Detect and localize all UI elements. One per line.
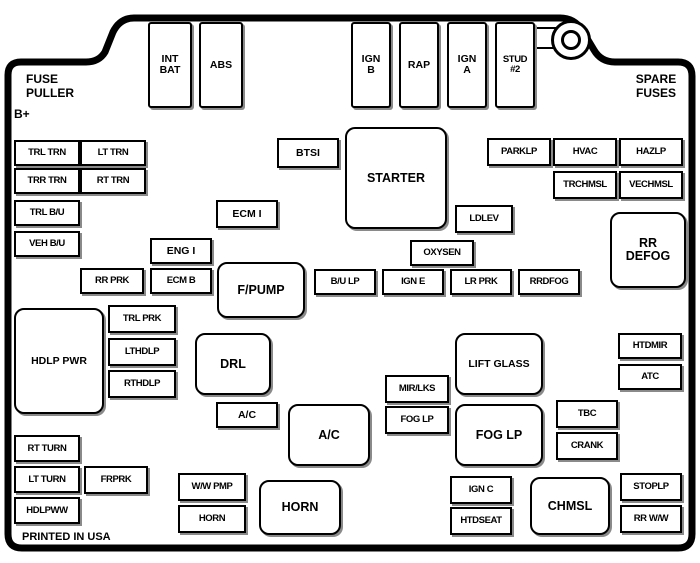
fuse-box-diagram: FUSE PULLER B+ SPARE FUSES PRINTED IN US… [0, 0, 700, 563]
fuse-box-horn-fuse[interactable]: HORN [178, 505, 246, 533]
fuse-box-starter[interactable]: STARTER [345, 127, 447, 229]
fuse-box-trr-trn[interactable]: TRR TRN [14, 168, 80, 194]
fuse-box-rthdlp[interactable]: RTHDLP [108, 370, 176, 398]
fuse-box-rt-turn[interactable]: RT TURN [14, 435, 80, 462]
fuse-box-stud-2[interactable]: STUD #2 [495, 22, 535, 108]
fuse-box-htdmir[interactable]: HTDMIR [618, 333, 682, 359]
fuse-box-trl-prk[interactable]: TRL PRK [108, 305, 176, 333]
fuse-box-drl[interactable]: DRL [195, 333, 271, 395]
fuse-puller-label: FUSE PULLER [26, 72, 74, 101]
fuse-box-ac-fuse[interactable]: A/C [216, 402, 278, 428]
fuse-box-trl-trn[interactable]: TRL TRN [14, 140, 80, 166]
fuse-box-stoplp[interactable]: STOPLP [620, 473, 682, 501]
fuse-box-veh-bu[interactable]: VEH B/U [14, 231, 80, 257]
fuse-box-parklp[interactable]: PARKLP [487, 138, 551, 166]
fuse-box-htdseat[interactable]: HTDSEAT [450, 507, 512, 535]
printed-in-usa-label: PRINTED IN USA [22, 531, 111, 543]
fuse-box-chmsl[interactable]: CHMSL [530, 477, 610, 535]
fuse-box-ign-c[interactable]: IGN C [450, 476, 512, 504]
fuse-box-ign-b[interactable]: IGN B [351, 22, 391, 108]
fuse-box-eng-i[interactable]: ENG I [150, 238, 212, 264]
fuse-box-frprk[interactable]: FRPRK [84, 466, 148, 494]
fuse-box-crank[interactable]: CRANK [556, 432, 618, 460]
fuse-box-abs[interactable]: ABS [199, 22, 243, 108]
b-plus-label: B+ [14, 107, 30, 121]
fuse-box-vechmsl[interactable]: VECHMSL [619, 171, 683, 199]
spare-fuses-label: SPARE FUSES [635, 72, 677, 101]
fuse-box-rr-ww[interactable]: RR W/W [620, 505, 682, 533]
fuse-box-hdlpww[interactable]: HDLPWW [14, 497, 80, 524]
fuse-box-atc[interactable]: ATC [618, 364, 682, 390]
fuse-box-tbc[interactable]: TBC [556, 400, 618, 428]
fuse-box-horn-relay[interactable]: HORN [259, 480, 341, 535]
fuse-box-lt-trn[interactable]: LT TRN [80, 140, 146, 166]
fuse-box-oxysen[interactable]: OXYSEN [410, 240, 474, 266]
fuse-box-fog-lp-fuse[interactable]: FOG LP [385, 406, 449, 434]
fuse-box-ign-e[interactable]: IGN E [382, 269, 444, 295]
fuse-box-ww-pmp[interactable]: W/W PMP [178, 473, 246, 501]
fuse-box-ecm-i[interactable]: ECM I [216, 200, 278, 228]
fuse-box-rr-prk[interactable]: RR PRK [80, 268, 144, 294]
fuse-box-rt-trn[interactable]: RT TRN [80, 168, 146, 194]
fuse-box-mir-lks[interactable]: MIR/LKS [385, 375, 449, 403]
stud-bolt-ring-inner [561, 30, 581, 50]
fuse-box-lr-prk[interactable]: LR PRK [450, 269, 512, 295]
fuse-box-int-bat[interactable]: INT BAT [148, 22, 192, 108]
fuse-box-fog-lp-relay[interactable]: FOG LP [455, 404, 543, 466]
fuse-box-lt-turn[interactable]: LT TURN [14, 466, 80, 493]
fuse-box-btsi[interactable]: BTSI [277, 138, 339, 168]
fuse-box-lift-glass[interactable]: LIFT GLASS [455, 333, 543, 395]
fuse-box-ldlev[interactable]: LDLEV [455, 205, 513, 233]
fuse-box-hdlp-pwr[interactable]: HDLP PWR [14, 308, 104, 414]
fuse-box-ecm-b[interactable]: ECM B [150, 268, 212, 294]
fuse-box-rr-defog[interactable]: RR DEFOG [610, 212, 686, 288]
fuse-box-rrdfog[interactable]: RRDFOG [518, 269, 580, 295]
fuse-box-trl-bu[interactable]: TRL B/U [14, 200, 80, 226]
fuse-box-ac-relay[interactable]: A/C [288, 404, 370, 466]
fuse-box-ign-a[interactable]: IGN A [447, 22, 487, 108]
fuse-box-hvac[interactable]: HVAC [553, 138, 617, 166]
fuse-box-f-pump[interactable]: F/PUMP [217, 262, 305, 318]
fuse-box-trchmsl[interactable]: TRCHMSL [553, 171, 617, 199]
fuse-box-lthdlp[interactable]: LTHDLP [108, 338, 176, 366]
fuse-box-rap[interactable]: RAP [399, 22, 439, 108]
fuse-box-bu-lp[interactable]: B/U LP [314, 269, 376, 295]
fuse-box-hazlp[interactable]: HAZLP [619, 138, 683, 166]
